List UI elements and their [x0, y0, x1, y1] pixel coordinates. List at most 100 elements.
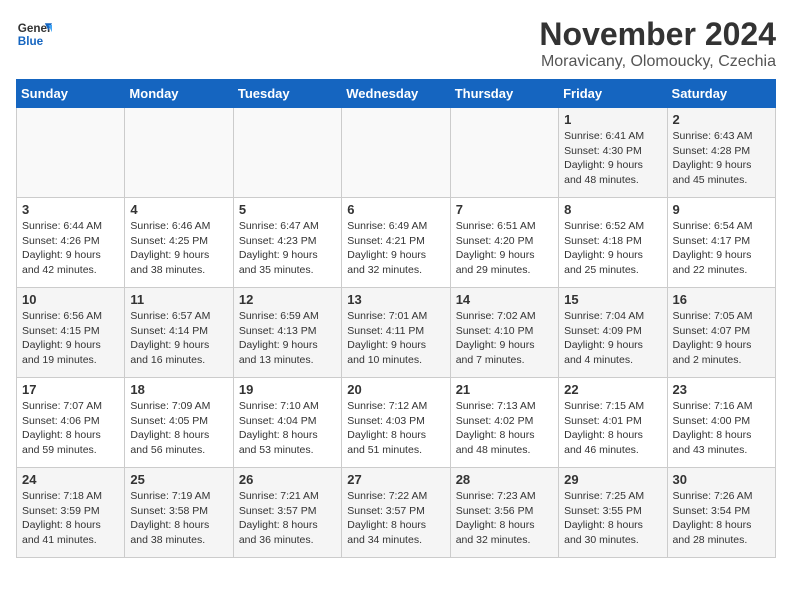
day-number: 30: [673, 472, 770, 487]
day-info: Sunrise: 6:49 AM Sunset: 4:21 PM Dayligh…: [347, 219, 444, 278]
calendar-cell: [450, 108, 558, 198]
day-number: 17: [22, 382, 119, 397]
day-number: 25: [130, 472, 227, 487]
calendar-cell: 15 Sunrise: 7:04 AM Sunset: 4:09 PM Dayli…: [559, 288, 667, 378]
day-number: 1: [564, 112, 661, 127]
calendar-cell: 3 Sunrise: 6:44 AM Sunset: 4:26 PM Daylig…: [17, 198, 125, 288]
calendar-cell: 27 Sunrise: 7:22 AM Sunset: 3:57 PM Dayli…: [342, 468, 450, 558]
month-title: November 2024: [539, 16, 776, 53]
calendar-cell: 26 Sunrise: 7:21 AM Sunset: 3:57 PM Dayli…: [233, 468, 341, 558]
day-number: 19: [239, 382, 336, 397]
day-info: Sunrise: 7:15 AM Sunset: 4:01 PM Dayligh…: [564, 399, 661, 458]
day-info: Sunrise: 7:16 AM Sunset: 4:00 PM Dayligh…: [673, 399, 770, 458]
day-number: 5: [239, 202, 336, 217]
calendar-cell: 2 Sunrise: 6:43 AM Sunset: 4:28 PM Daylig…: [667, 108, 775, 198]
calendar-cell: 29Sunrise: 7:25 AM Sunset: 3:55 PM Dayli…: [559, 468, 667, 558]
day-number: 27: [347, 472, 444, 487]
header-thursday: Thursday: [450, 80, 558, 108]
day-info: Sunrise: 6:57 AM Sunset: 4:14 PM Dayligh…: [130, 309, 227, 368]
svg-text:Blue: Blue: [18, 35, 44, 48]
day-info: Sunrise: 6:47 AM Sunset: 4:23 PM Dayligh…: [239, 219, 336, 278]
calendar-cell: 22 Sunrise: 7:15 AM Sunset: 4:01 PM Dayli…: [559, 378, 667, 468]
day-info: Sunrise: 6:44 AM Sunset: 4:26 PM Dayligh…: [22, 219, 119, 278]
day-number: 28: [456, 472, 553, 487]
day-info: Sunrise: 6:54 AM Sunset: 4:17 PM Dayligh…: [673, 219, 770, 278]
calendar-cell: 23 Sunrise: 7:16 AM Sunset: 4:00 PM Dayli…: [667, 378, 775, 468]
day-number: 26: [239, 472, 336, 487]
day-number: 15: [564, 292, 661, 307]
calendar-cell: 20 Sunrise: 7:12 AM Sunset: 4:03 PM Dayli…: [342, 378, 450, 468]
day-number: 14: [456, 292, 553, 307]
calendar-row-3: 17 Sunrise: 7:07 AM Sunset: 4:06 PM Dayli…: [17, 378, 776, 468]
calendar-cell: 14Sunrise: 7:02 AM Sunset: 4:10 PM Dayli…: [450, 288, 558, 378]
day-info: Sunrise: 7:22 AM Sunset: 3:57 PM Dayligh…: [347, 489, 444, 548]
day-info: Sunrise: 7:19 AM Sunset: 3:58 PM Dayligh…: [130, 489, 227, 548]
calendar-cell: 17 Sunrise: 7:07 AM Sunset: 4:06 PM Dayli…: [17, 378, 125, 468]
day-info: Sunrise: 7:04 AM Sunset: 4:09 PM Dayligh…: [564, 309, 661, 368]
day-info: Sunrise: 7:12 AM Sunset: 4:03 PM Dayligh…: [347, 399, 444, 458]
day-info: Sunrise: 6:56 AM Sunset: 4:15 PM Dayligh…: [22, 309, 119, 368]
day-number: 2: [673, 112, 770, 127]
day-info: Sunrise: 6:41 AM Sunset: 4:30 PM Dayligh…: [564, 129, 661, 188]
calendar-cell: 1 Sunrise: 6:41 AM Sunset: 4:30 PM Daylig…: [559, 108, 667, 198]
day-info: Sunrise: 7:26 AM Sunset: 3:54 PM Dayligh…: [673, 489, 770, 548]
title-area: November 2024 Moravicany, Olomoucky, Cze…: [539, 16, 776, 71]
calendar-row-2: 10 Sunrise: 6:56 AM Sunset: 4:15 PM Dayli…: [17, 288, 776, 378]
day-info: Sunrise: 7:05 AM Sunset: 4:07 PM Dayligh…: [673, 309, 770, 368]
calendar-cell: [17, 108, 125, 198]
logo: General Blue: [16, 16, 52, 52]
day-number: 10: [22, 292, 119, 307]
calendar-cell: 19 Sunrise: 7:10 AM Sunset: 4:04 PM Dayli…: [233, 378, 341, 468]
calendar-row-0: 1 Sunrise: 6:41 AM Sunset: 4:30 PM Daylig…: [17, 108, 776, 198]
day-info: Sunrise: 6:51 AM Sunset: 4:20 PM Dayligh…: [456, 219, 553, 278]
day-info: Sunrise: 7:23 AM Sunset: 3:56 PM Dayligh…: [456, 489, 553, 548]
calendar-cell: [233, 108, 341, 198]
day-info: Sunrise: 7:10 AM Sunset: 4:04 PM Dayligh…: [239, 399, 336, 458]
day-number: 18: [130, 382, 227, 397]
calendar-cell: 5 Sunrise: 6:47 AM Sunset: 4:23 PM Daylig…: [233, 198, 341, 288]
day-info: Sunrise: 7:01 AM Sunset: 4:11 PM Dayligh…: [347, 309, 444, 368]
day-info: Sunrise: 7:21 AM Sunset: 3:57 PM Dayligh…: [239, 489, 336, 548]
day-number: 20: [347, 382, 444, 397]
day-number: 23: [673, 382, 770, 397]
header-saturday: Saturday: [667, 80, 775, 108]
calendar-cell: 16Sunrise: 7:05 AM Sunset: 4:07 PM Dayli…: [667, 288, 775, 378]
calendar-cell: 9 Sunrise: 6:54 AM Sunset: 4:17 PM Daylig…: [667, 198, 775, 288]
day-info: Sunrise: 6:43 AM Sunset: 4:28 PM Dayligh…: [673, 129, 770, 188]
header-tuesday: Tuesday: [233, 80, 341, 108]
day-info: Sunrise: 7:13 AM Sunset: 4:02 PM Dayligh…: [456, 399, 553, 458]
day-number: 6: [347, 202, 444, 217]
calendar-cell: 4 Sunrise: 6:46 AM Sunset: 4:25 PM Daylig…: [125, 198, 233, 288]
day-info: Sunrise: 6:46 AM Sunset: 4:25 PM Dayligh…: [130, 219, 227, 278]
header-sunday: Sunday: [17, 80, 125, 108]
day-number: 3: [22, 202, 119, 217]
day-number: 7: [456, 202, 553, 217]
calendar-cell: 11 Sunrise: 6:57 AM Sunset: 4:14 PM Dayli…: [125, 288, 233, 378]
day-info: Sunrise: 7:25 AM Sunset: 3:55 PM Dayligh…: [564, 489, 661, 548]
day-info: Sunrise: 7:18 AM Sunset: 3:59 PM Dayligh…: [22, 489, 119, 548]
header-row: SundayMondayTuesdayWednesdayThursdayFrid…: [17, 80, 776, 108]
header-friday: Friday: [559, 80, 667, 108]
day-number: 12: [239, 292, 336, 307]
day-number: 4: [130, 202, 227, 217]
calendar-cell: 18Sunrise: 7:09 AM Sunset: 4:05 PM Dayli…: [125, 378, 233, 468]
calendar-row-4: 24 Sunrise: 7:18 AM Sunset: 3:59 PM Dayli…: [17, 468, 776, 558]
day-info: Sunrise: 6:52 AM Sunset: 4:18 PM Dayligh…: [564, 219, 661, 278]
day-number: 24: [22, 472, 119, 487]
calendar-cell: 24 Sunrise: 7:18 AM Sunset: 3:59 PM Dayli…: [17, 468, 125, 558]
calendar-header: SundayMondayTuesdayWednesdayThursdayFrid…: [17, 80, 776, 108]
calendar-cell: 21Sunrise: 7:13 AM Sunset: 4:02 PM Dayli…: [450, 378, 558, 468]
calendar-cell: 28 Sunrise: 7:23 AM Sunset: 3:56 PM Dayli…: [450, 468, 558, 558]
header-monday: Monday: [125, 80, 233, 108]
day-number: 11: [130, 292, 227, 307]
day-info: Sunrise: 7:07 AM Sunset: 4:06 PM Dayligh…: [22, 399, 119, 458]
header-wednesday: Wednesday: [342, 80, 450, 108]
calendar-cell: 25 Sunrise: 7:19 AM Sunset: 3:58 PM Dayli…: [125, 468, 233, 558]
day-number: 22: [564, 382, 661, 397]
calendar-cell: 6 Sunrise: 6:49 AM Sunset: 4:21 PM Daylig…: [342, 198, 450, 288]
day-number: 13: [347, 292, 444, 307]
day-info: Sunrise: 6:59 AM Sunset: 4:13 PM Dayligh…: [239, 309, 336, 368]
calendar-row-1: 3 Sunrise: 6:44 AM Sunset: 4:26 PM Daylig…: [17, 198, 776, 288]
page-header: General Blue November 2024 Moravicany, O…: [16, 16, 776, 71]
day-number: 9: [673, 202, 770, 217]
